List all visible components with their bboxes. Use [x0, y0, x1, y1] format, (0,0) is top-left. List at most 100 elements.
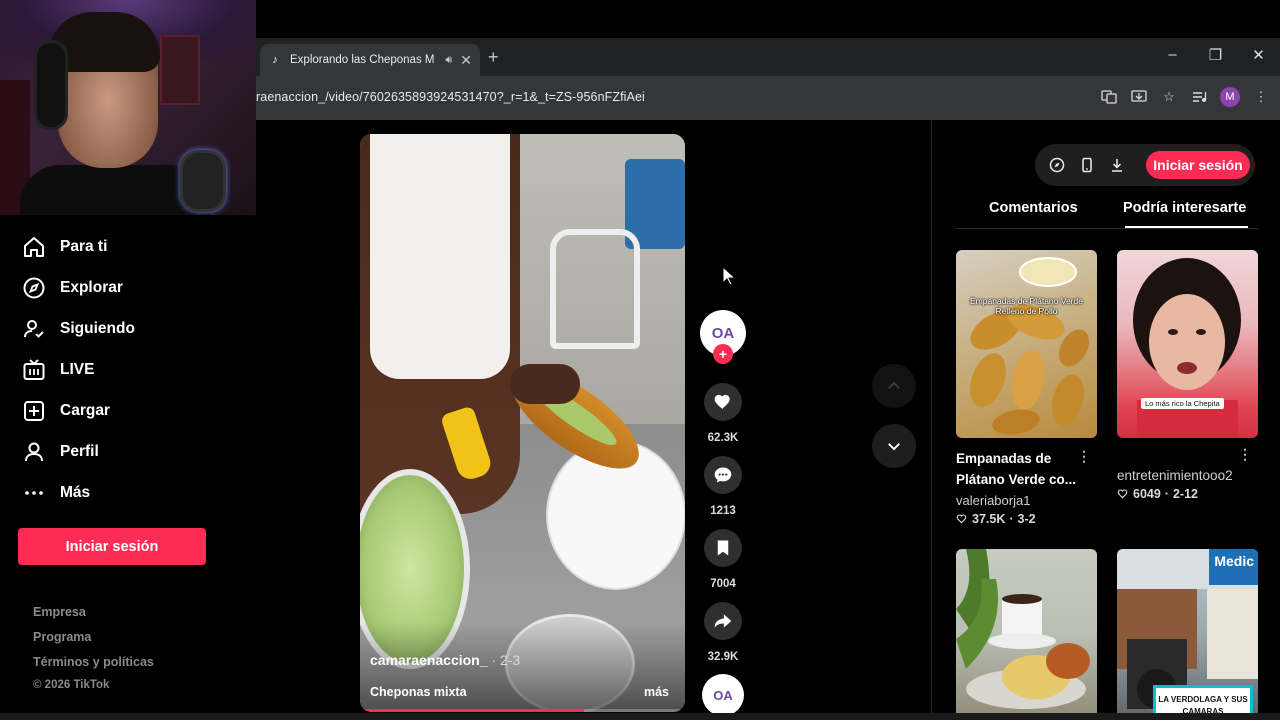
follow-plus-icon[interactable]: + — [713, 344, 733, 364]
sidebar-item-label: Explorar — [60, 279, 123, 296]
video-scene-shirt — [370, 134, 510, 379]
recommended-card[interactable]: Lo más rico la Chepita ⋮ entretenimiento… — [1117, 250, 1258, 530]
card-username[interactable]: entretenimientooo2 — [1117, 468, 1233, 483]
profile-icon — [22, 440, 46, 464]
tab-podria-interesarte[interactable]: Podría interesarte — [1123, 200, 1246, 216]
share-button[interactable] — [704, 602, 742, 640]
right-panel: Iniciar sesión Comentarios Podría intere… — [931, 120, 1280, 720]
card-date: 2-12 — [1172, 487, 1199, 501]
sidebar-item-perfil[interactable]: Perfil — [22, 437, 99, 467]
card-meta: 6049 · 2-12 — [1117, 487, 1198, 501]
restore-icon[interactable]: ❐ — [1194, 46, 1237, 64]
sidebar-item-para-ti[interactable]: Para ti — [22, 232, 107, 262]
sound-disc-avatar[interactable]: OA — [702, 674, 744, 716]
card-separator: · — [1009, 512, 1014, 526]
card-title[interactable]: Empanadas de Plátano Verde co... — [956, 448, 1086, 490]
caption-more-link[interactable]: más — [644, 685, 669, 699]
heart-icon — [714, 394, 730, 410]
video-author[interactable]: camaraenaccion_ · 2-3 — [370, 652, 520, 668]
header-login-button[interactable]: Iniciar sesión — [1146, 151, 1250, 179]
recommended-card[interactable]: Empanadas de Plátano Verde Relleno de Po… — [956, 250, 1097, 530]
previous-video-button[interactable] — [872, 364, 916, 408]
sidebar-item-label: Para ti — [60, 238, 108, 255]
sidebar-item-cargar[interactable]: Cargar — [22, 396, 110, 426]
url-field[interactable]: raenaccion_/video/7602635893924531470?_r… — [256, 90, 645, 104]
save-count: 7004 — [710, 578, 736, 590]
close-window-icon[interactable]: ✕ — [1237, 46, 1280, 64]
card-thumbnail[interactable]: Lo más rico la Chepita — [1117, 250, 1258, 438]
tabs-divider — [956, 228, 1258, 229]
profile-avatar[interactable]: M — [1220, 87, 1240, 107]
download-icon[interactable] — [1107, 155, 1127, 175]
comment-button[interactable] — [704, 456, 742, 494]
comment-count: 1213 — [710, 505, 736, 517]
sidebar-item-label: Siguiendo — [60, 320, 135, 337]
phone-icon[interactable] — [1077, 155, 1097, 175]
footer-link-empresa[interactable]: Empresa — [33, 605, 86, 619]
mouse-cursor-icon — [722, 266, 736, 286]
video-author-name[interactable]: camaraenaccion_ — [370, 652, 488, 668]
video-scene-chair — [550, 229, 640, 349]
close-tab-icon[interactable]: ✕ — [460, 52, 472, 69]
webcam-shelf — [160, 35, 200, 105]
sidebar-item-siguiendo[interactable]: Siguiendo — [22, 314, 135, 344]
share-icon — [714, 614, 732, 628]
explore-compass-icon[interactable] — [1047, 155, 1067, 175]
more-icon — [22, 481, 46, 505]
recommended-card[interactable]: Medic LA VERDOLAGA Y SUS CAMARAS — [1117, 549, 1258, 720]
media-control-icon[interactable] — [1190, 88, 1208, 106]
comment-icon — [714, 467, 732, 483]
copyright: © 2026 TikTok — [33, 679, 110, 691]
video-player[interactable]: camaraenaccion_ · 2-3 Cheponas mixta más — [360, 134, 685, 712]
tiktok-icon: ♪ — [272, 54, 278, 66]
sidebar-item-explorar[interactable]: Explorar — [22, 273, 123, 303]
card-thumbnail[interactable]: Medic LA VERDOLAGA Y SUS CAMARAS — [1117, 549, 1258, 720]
screen: ♪ Explorando las Cheponas M 🔊︎ ✕ + – ❐ ✕… — [0, 0, 1280, 720]
chevron-up-icon — [888, 381, 900, 389]
footer-link-programa[interactable]: Programa — [33, 630, 91, 644]
video-scene-hand — [510, 364, 580, 404]
browser-menu-icon[interactable]: ⋮ — [1252, 88, 1270, 106]
heart-outline-icon — [956, 514, 967, 524]
video-progress-bar[interactable] — [360, 709, 685, 712]
like-button[interactable] — [704, 383, 742, 421]
following-icon — [22, 317, 46, 341]
card-username[interactable]: valeriaborja1 — [956, 493, 1030, 508]
bookmark-icon — [717, 540, 729, 556]
footer-link-terminos[interactable]: Términos y políticas — [33, 655, 154, 669]
tab-comentarios[interactable]: Comentarios — [989, 200, 1078, 216]
heart-outline-icon — [1117, 489, 1128, 499]
card-thumbnail[interactable]: Empanadas de Plátano Verde Relleno de Po… — [956, 250, 1097, 438]
next-video-button[interactable] — [872, 424, 916, 468]
video-caption: Cheponas mixta — [370, 685, 467, 699]
install-app-icon[interactable] — [1130, 88, 1148, 106]
address-bar: raenaccion_/video/7602635893924531470?_r… — [256, 76, 1280, 120]
empanadas-thumbnail-art — [970, 257, 1090, 435]
webcam-headphones — [34, 40, 68, 130]
sidebar-item-live[interactable]: LIVE — [22, 355, 94, 385]
browser-toolbar: ☆ M ⋮ — [1100, 87, 1270, 107]
tab-title: Explorando las Cheponas M — [290, 54, 435, 66]
translate-icon[interactable] — [1100, 88, 1118, 106]
chevron-down-icon — [888, 443, 900, 451]
taskbar-strip — [0, 713, 1280, 720]
save-button[interactable] — [704, 529, 742, 567]
video-actions: OA + 62.3K 1213 7004 32.9K OA — [700, 0, 746, 720]
minimize-icon[interactable]: – — [1151, 46, 1194, 64]
sidebar-item-mas[interactable]: Más — [22, 478, 90, 508]
speaker-icon[interactable]: 🔊︎ — [445, 54, 452, 67]
new-tab-icon[interactable]: + — [488, 47, 499, 68]
card-separator: · — [1164, 487, 1169, 501]
webcam-overlay — [0, 0, 256, 215]
card-menu-icon[interactable]: ⋮ — [1077, 448, 1091, 465]
card-likes: 6049 — [1133, 487, 1161, 501]
browser-tab[interactable]: ♪ Explorando las Cheponas M 🔊︎ ✕ — [260, 44, 480, 76]
card-likes: 37.5K — [972, 512, 1006, 526]
card-thumbnail[interactable] — [956, 549, 1097, 720]
bookmark-star-icon[interactable]: ☆ — [1160, 88, 1178, 106]
card-date: 3-2 — [1017, 512, 1036, 526]
sidebar-login-button[interactable]: Iniciar sesión — [18, 528, 206, 565]
recommended-card[interactable] — [956, 549, 1097, 720]
card-menu-icon[interactable]: ⋮ — [1238, 446, 1252, 463]
sidebar-item-label: Cargar — [60, 402, 110, 419]
